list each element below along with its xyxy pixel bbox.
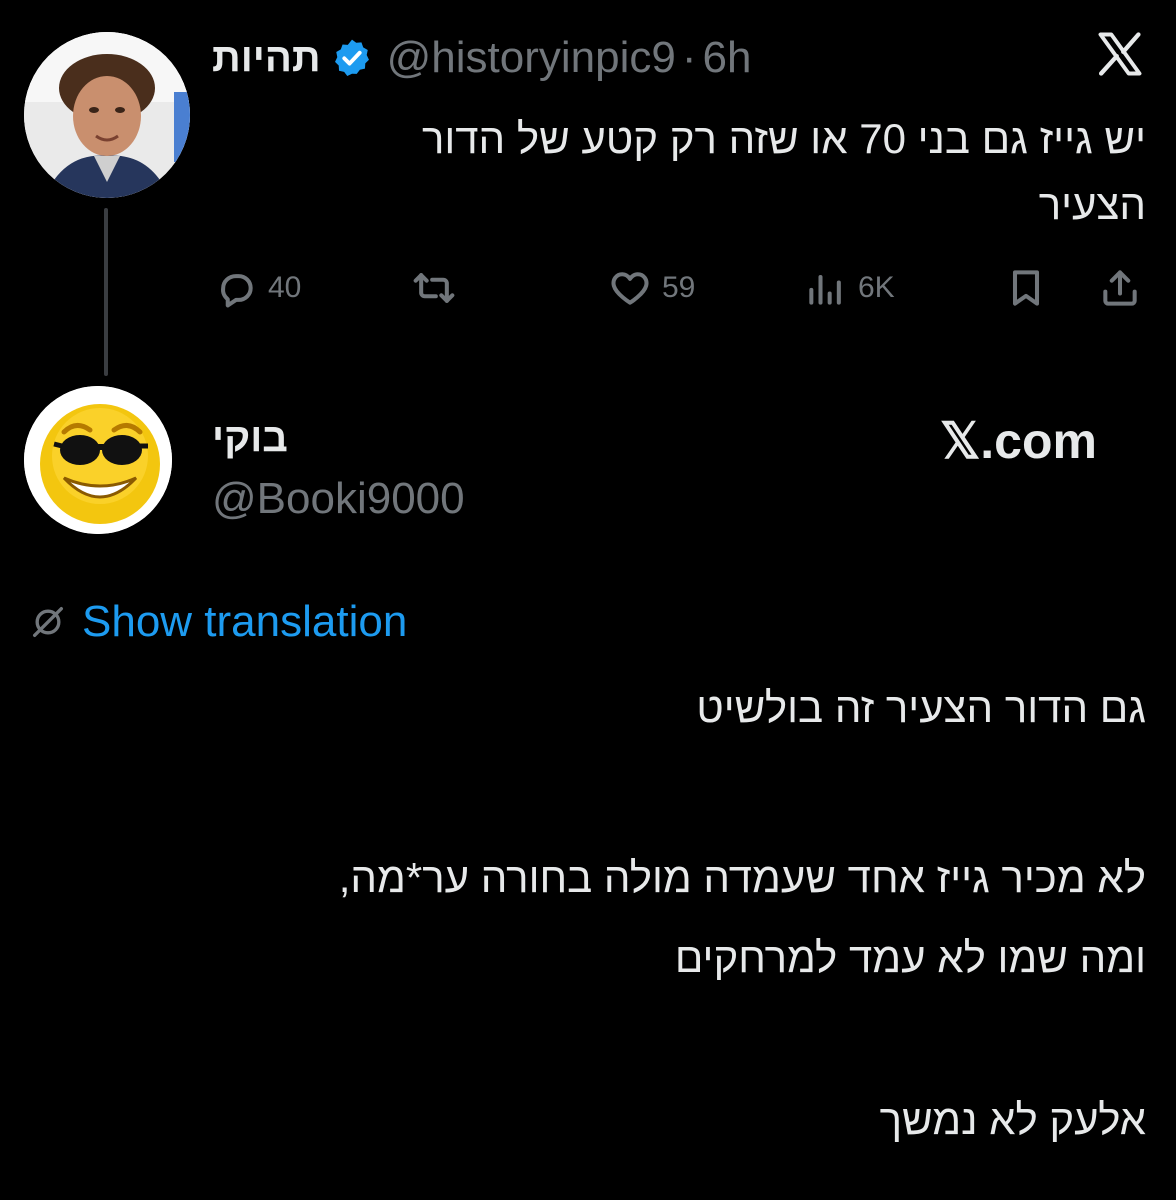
views-button[interactable]: 6K — [804, 262, 895, 314]
bookmark-button[interactable] — [1004, 262, 1048, 314]
tweet1-time[interactable]: 6h — [702, 33, 751, 83]
verified-badge-icon — [331, 37, 373, 79]
views-icon — [809, 274, 841, 305]
reply-button[interactable]: 40 — [214, 262, 301, 314]
x-com-watermark: 𝕏.com — [940, 413, 1097, 469]
avatar-photo — [24, 32, 190, 198]
tweet1-text-line2: הצעיר — [1038, 181, 1146, 228]
translate-icon — [33, 607, 63, 637]
tweet1-header: תהיות @historyinpic9 · 6h — [212, 30, 1112, 86]
like-icon — [611, 272, 649, 305]
reply-line-2: לא מכיר גייז אחד שעמדה מולה בחורה ער*מה, — [338, 854, 1146, 901]
tweet1-author-name[interactable]: תהיות — [212, 36, 321, 81]
share-button[interactable] — [1098, 262, 1142, 314]
retweet-icon — [413, 273, 455, 303]
views-count: 6K — [858, 271, 895, 304]
share-icon — [1103, 270, 1137, 306]
x-logo-icon[interactable] — [1094, 28, 1146, 80]
reply-icon — [221, 274, 253, 308]
thread-connector-line — [104, 208, 108, 376]
tweet1-handle[interactable]: @historyinpic9 — [387, 33, 676, 83]
show-translation-link[interactable]: Show translation — [28, 596, 407, 648]
tweet1-separator: · — [681, 33, 697, 82]
like-count: 59 — [662, 271, 696, 304]
show-translation-label[interactable]: Show translation — [82, 597, 407, 647]
reply-line-1: גם הדור הצעיר זה בולשיט — [696, 684, 1146, 731]
avatar-sunglasses-emoji — [24, 386, 172, 534]
tweet1-text: יש גייז גם בני 70 או שזה רק קטע של הדור … — [200, 106, 1146, 238]
reply-line-3: ומה שמו לא עמד למרחקים — [674, 934, 1146, 981]
bookmark-icon — [1012, 270, 1040, 306]
avatar-historyinpic9[interactable] — [24, 32, 190, 198]
reply-count: 40 — [268, 271, 302, 304]
tweet1-text-line1: יש גייז גם בני 70 או שזה רק קטע של הדור — [421, 115, 1146, 162]
reply-line-4: אלעק לא נמשך — [879, 1096, 1146, 1143]
retweet-button[interactable] — [412, 262, 456, 314]
reply-handle[interactable]: @Booki9000 — [212, 474, 465, 524]
like-button[interactable]: 59 — [608, 262, 695, 314]
avatar-booki9000[interactable] — [24, 386, 172, 534]
reply-author-name[interactable]: בוקי — [212, 416, 288, 461]
